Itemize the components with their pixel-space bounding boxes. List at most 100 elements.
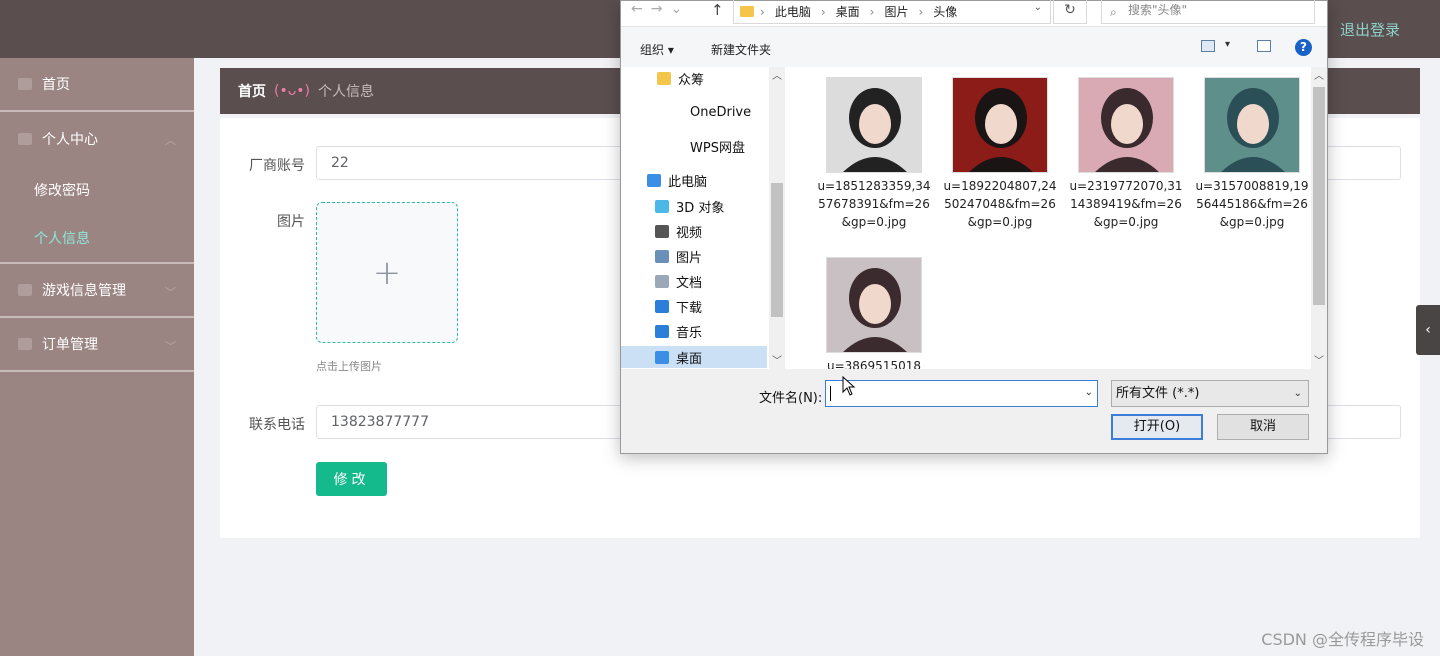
- sidebar-item-personal-center[interactable]: 个人中心 ︿: [0, 112, 194, 166]
- portrait-image: [843, 88, 907, 172]
- portrait-image: [1095, 88, 1159, 172]
- sidebar-item-label: 首页: [42, 77, 70, 93]
- file-item[interactable]: u=2319772070,3114389419&fm=26&gp=0.jpg: [1063, 67, 1189, 231]
- tree-item-label: 文档: [676, 275, 703, 291]
- sidebar-item-orders[interactable]: 订单管理 ﹀: [0, 318, 194, 372]
- portrait-image: [1221, 88, 1285, 172]
- up-arrow-icon[interactable]: ↑: [711, 1, 724, 19]
- organize-menu[interactable]: 组织 ▾: [640, 41, 674, 58]
- tree-item[interactable]: WPS网盘: [621, 135, 767, 157]
- plus-icon: +: [372, 252, 402, 293]
- order-icon: [18, 338, 32, 350]
- watermark: CSDN @全传程序毕设: [1261, 630, 1424, 649]
- tree-item[interactable]: 此电脑: [621, 169, 767, 191]
- file-name: u=3869515018: [826, 359, 921, 369]
- open-button[interactable]: 打开(O): [1111, 414, 1203, 440]
- file-item[interactable]: u=3869515018: [811, 247, 937, 369]
- sidebar-item-label: 订单管理: [42, 337, 98, 353]
- cancel-button[interactable]: 取消: [1217, 414, 1309, 440]
- computer-icon: [647, 173, 661, 187]
- logout-link[interactable]: 退出登录: [1340, 19, 1400, 40]
- chevron-down-icon: ⌄: [1293, 388, 1302, 399]
- sidebar-item-label: 修改密码: [34, 183, 90, 199]
- address-part[interactable]: 图片: [884, 3, 908, 20]
- sidebar: 首页 个人中心 ︿ 修改密码 个人信息 游戏信息管理 ﹀ 订单管理 ﹀: [0, 58, 194, 656]
- breadcrumb-home[interactable]: 首页: [238, 81, 266, 101]
- tree-item-label: 众筹: [678, 72, 705, 88]
- scroll-up-icon[interactable]: ︿: [772, 67, 782, 82]
- scroll-down-icon[interactable]: ﹀: [772, 352, 782, 367]
- chevron-down-icon[interactable]: ⌄: [1085, 387, 1093, 398]
- picture-icon: [655, 249, 669, 263]
- file-item[interactable]: u=3157008819,1956445186&fm=26&gp=0.jpg: [1189, 67, 1311, 231]
- file-thumbnail: [1204, 77, 1300, 173]
- chevron-right-icon: ›: [918, 4, 924, 19]
- address-part[interactable]: 桌面: [836, 3, 860, 20]
- sidebar-item-home[interactable]: 首页: [0, 58, 194, 112]
- music-icon: [655, 324, 669, 338]
- video-icon: [655, 224, 669, 238]
- document-icon: [655, 274, 669, 288]
- file-item[interactable]: u=1892204807,2450247048&fm=26&gp=0.jpg: [937, 67, 1063, 231]
- image-label: 图片: [277, 214, 305, 230]
- file-name: u=2319772070,3114389419&fm=26&gp=0.jpg: [1069, 179, 1183, 229]
- tree-item[interactable]: 视频: [621, 220, 767, 242]
- address-part[interactable]: 此电脑: [775, 3, 811, 20]
- tree-item[interactable]: 音乐: [621, 320, 767, 342]
- tree-item-label: 下载: [676, 300, 703, 316]
- chevron-up-icon: ︿: [165, 134, 176, 147]
- address-box[interactable]: › 此电脑 › 桌面 › 图片 › 头像 ⌄: [733, 0, 1051, 24]
- collapse-tab[interactable]: ‹: [1416, 305, 1440, 355]
- filetype-value: 所有文件 (*.*): [1116, 386, 1200, 401]
- filename-label: 文件名(N):: [759, 391, 823, 406]
- scrollbar-thumb[interactable]: [1313, 87, 1325, 305]
- text-caret: [830, 386, 831, 401]
- file-list-scrollbar[interactable]: ︿ ﹀: [1311, 67, 1327, 369]
- filetype-select[interactable]: 所有文件 (*.*) ⌄: [1111, 380, 1309, 407]
- breadcrumb-emoticon: (•ᴗ•): [274, 83, 311, 99]
- view-options-icon[interactable]: [1201, 40, 1215, 52]
- file-open-dialog: ←→⌄ ↑ › 此电脑 › 桌面 › 图片 › 头像 ⌄ ↻ ⌕ 搜索"头像" …: [620, 0, 1328, 454]
- scroll-down-icon[interactable]: ﹀: [1314, 352, 1324, 367]
- tree-item-label: 3D 对象: [676, 200, 725, 216]
- tree-item[interactable]: 桌面: [621, 346, 767, 368]
- tree-item[interactable]: 图片: [621, 245, 767, 267]
- filename-input[interactable]: ⌄: [825, 380, 1098, 407]
- chevron-down-icon[interactable]: ⌄: [1034, 2, 1042, 13]
- file-thumbnail: [952, 77, 1048, 173]
- scrollbar-thumb[interactable]: [771, 183, 783, 317]
- sidebar-item-game-info[interactable]: 游戏信息管理 ﹀: [0, 264, 194, 318]
- new-folder-button[interactable]: 新建文件夹: [711, 41, 771, 58]
- sidebar-item-personal-info[interactable]: 个人信息: [0, 214, 194, 262]
- sidebar-item-change-password[interactable]: 修改密码: [0, 166, 194, 214]
- preview-pane-icon[interactable]: [1257, 40, 1271, 52]
- refresh-icon[interactable]: ↻: [1053, 0, 1087, 24]
- file-item[interactable]: u=1851283359,3457678391&fm=26&gp=0.jpg: [811, 67, 937, 231]
- search-input[interactable]: ⌕ 搜索"头像": [1101, 0, 1315, 24]
- portrait-image: [843, 268, 907, 352]
- back-forward-icon[interactable]: ←→⌄: [631, 1, 690, 17]
- tree-item-label: 音乐: [676, 325, 703, 341]
- chevron-right-icon: ›: [869, 4, 875, 19]
- sidebar-item-label: 个人中心: [42, 132, 98, 148]
- help-icon[interactable]: ?: [1295, 39, 1312, 56]
- portrait-image: [969, 88, 1033, 172]
- submit-button[interactable]: 修改: [316, 462, 387, 496]
- breadcrumb-current: 个人信息: [318, 84, 375, 100]
- tree-item[interactable]: OneDrive: [621, 101, 767, 123]
- search-placeholder: 搜索"头像": [1128, 3, 1188, 17]
- home-icon: [18, 78, 32, 90]
- tree-item[interactable]: 3D 对象: [621, 195, 767, 217]
- scroll-up-icon[interactable]: ︿: [1314, 67, 1324, 82]
- image-upload[interactable]: +: [316, 202, 458, 343]
- tree-item[interactable]: 众筹: [621, 67, 767, 89]
- tree-item[interactable]: 下载: [621, 295, 767, 317]
- address-part[interactable]: 头像: [933, 3, 957, 20]
- upload-hint: 点击上传图片: [316, 360, 382, 373]
- cloud-icon: [669, 105, 683, 119]
- tree-item[interactable]: 文档: [621, 270, 767, 292]
- sidebar-item-label: 游戏信息管理: [42, 283, 126, 299]
- navigation-scrollbar[interactable]: ︿ ﹀: [769, 67, 785, 369]
- tree-item-label: 此电脑: [668, 174, 708, 190]
- chevron-down-icon[interactable]: ▾: [1225, 39, 1230, 50]
